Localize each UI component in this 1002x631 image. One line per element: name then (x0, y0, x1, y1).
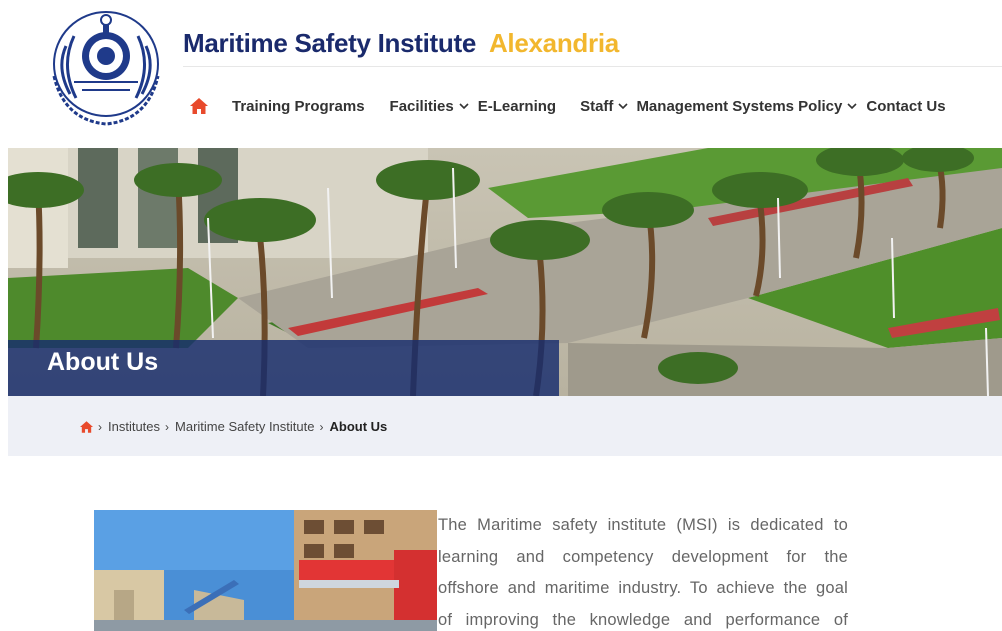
hero-banner: About Us (8, 148, 1002, 396)
breadcrumb-institutes[interactable]: Institutes (108, 419, 160, 434)
nav-contact-us-label: Contact Us (866, 97, 946, 115)
site-title-main: Maritime Safety Institute (183, 28, 477, 58)
intro-text: The Maritime safety institute (MSI) is d… (438, 510, 848, 631)
nav-contact-us[interactable]: Contact Us (866, 98, 945, 115)
academy-seal-icon[interactable] (44, 6, 168, 130)
nav-management-systems-policy[interactable]: Management Systems Policy (636, 98, 858, 115)
site-title[interactable]: Maritime Safety Institute Alexandria (183, 28, 619, 59)
main-nav: Training Programs Facilities E-Learning … (190, 96, 946, 116)
site-header: Maritime Safety Institute Alexandria Tra… (0, 0, 1002, 148)
chevron-right-icon: › (98, 419, 102, 434)
site-title-accent: Alexandria (488, 28, 619, 58)
chevron-down-icon (847, 103, 857, 110)
breadcrumb: › Institutes › Maritime Safety Institute… (80, 419, 387, 434)
chevron-down-icon (618, 103, 629, 110)
chevron-down-icon (459, 103, 469, 110)
nav-staff-label: Staff (580, 97, 614, 115)
breadcrumb-current: About Us (329, 419, 388, 434)
header-divider (183, 66, 1002, 67)
chevron-right-icon: › (165, 419, 170, 434)
home-icon[interactable] (80, 420, 93, 433)
chevron-right-icon: › (319, 419, 324, 434)
nav-management-systems-policy-label: Management Systems Policy (636, 97, 843, 115)
home-icon (190, 98, 208, 114)
intro-line: learning and competency development for … (438, 547, 848, 566)
nav-e-learning[interactable]: E-Learning (478, 98, 556, 115)
nav-staff[interactable]: Staff (580, 98, 629, 115)
nav-facilities-label: Facilities (389, 97, 454, 115)
breadcrumb-maritime-safety-institute[interactable]: Maritime Safety Institute (175, 419, 314, 434)
breadcrumb-bar: › Institutes › Maritime Safety Institute… (8, 396, 1002, 456)
nav-training-programs-label: Training Programs (232, 97, 365, 115)
intro-line: The Maritime safety institute (MSI) is d… (438, 516, 848, 534)
intro-line: of improving the knowledge and performan… (438, 610, 848, 629)
intro-line: offshore and maritime industry. To achie… (438, 579, 848, 597)
nav-facilities[interactable]: Facilities (390, 98, 470, 115)
nav-e-learning-label: E-Learning (477, 97, 557, 115)
nav-training-programs[interactable]: Training Programs (232, 98, 365, 115)
institute-building-photo (94, 510, 437, 631)
nav-home-link[interactable] (190, 96, 210, 116)
page-title: About Us (47, 348, 159, 376)
